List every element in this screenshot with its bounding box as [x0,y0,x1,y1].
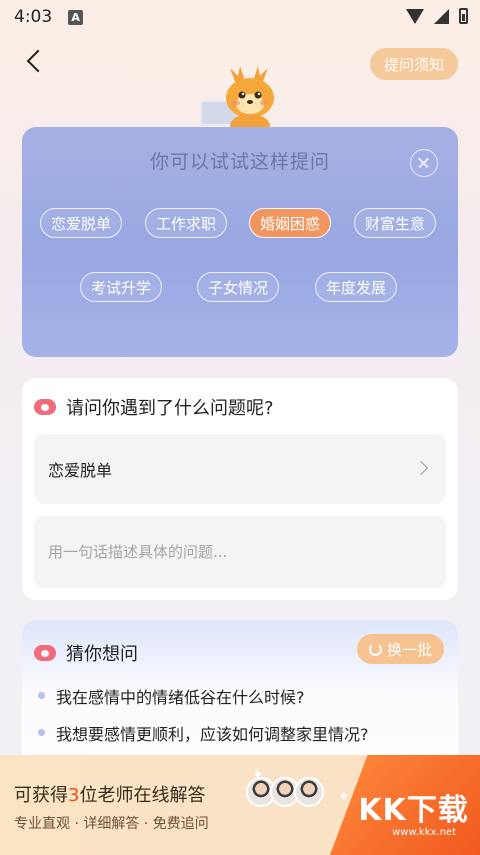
question-title: 请问你遇到了什么问题呢? [66,398,274,419]
promo-headline-suffix: 位老师在线解答 [79,785,206,806]
tag-annual[interactable]: 年度发展 [315,272,398,302]
tag-exam[interactable]: 考试升学 [80,272,163,302]
suggestion-panel: 你可以试试这样提问 恋爱脱单 工作求职 婚姻困惑 财富生意 考试升学 子女情况 … [22,127,458,357]
status-bar: 4:03 A [0,0,480,34]
close-icon[interactable] [410,149,438,177]
guess-item[interactable]: 我想要感情更顺利，应该如何调整家里情况? [56,721,369,745]
watermark-url: www.kkx.net [392,827,456,838]
watermark-logo: KK下载 [358,793,469,828]
guess-title: 猜你想问 [66,644,138,665]
wifi-icon [406,8,424,24]
status-time: 4:03 [14,7,53,27]
mascot-deer-icon [200,66,274,134]
refresh-label: 换一批 [386,640,432,659]
tag-job[interactable]: 工作求职 [145,208,228,238]
sparkle-icon: ✦ [252,767,264,783]
promo-bar[interactable]: 可获得3位老师在线解答 专业直观 · 详细解答 · 免费追问 ✦ ✦ KK下载 … [0,755,480,855]
refresh-icon [368,642,382,656]
bullet-icon [38,729,45,736]
promo-headline: 可获得3位老师在线解答 [14,781,205,807]
flower-icon [34,641,56,663]
tag-wealth[interactable]: 财富生意 [354,208,437,238]
back-button[interactable] [24,50,48,74]
guess-item[interactable]: 我在感情中的情绪低谷在什么时候? [56,684,305,708]
flower-icon [34,395,56,417]
category-select-value: 恋爱脱单 [48,461,113,480]
promo-subline: 专业直观 · 详细解答 · 免费追问 [14,816,209,832]
chevron-right-icon [413,460,429,476]
notice-button[interactable]: 提问须知 [369,48,458,80]
notification-icon: A [68,9,84,25]
signal-icon [434,8,449,24]
describe-input[interactable] [34,516,446,588]
sparkle-icon: ✦ [338,789,350,805]
suggestion-title: 你可以试试这样提问 [149,151,330,173]
bullet-icon [38,692,45,699]
tag-love[interactable]: 恋爱脱单 [40,208,123,238]
battery-icon [459,8,468,24]
tag-children[interactable]: 子女情况 [197,272,280,302]
category-select[interactable]: 恋爱脱单 [34,434,446,504]
status-icons [406,8,468,24]
promo-headline-prefix: 可获得 [14,785,68,806]
question-card: 请问你遇到了什么问题呢? 恋爱脱单 [22,378,458,600]
refresh-button[interactable]: 换一批 [356,634,444,664]
avatar [294,777,324,807]
promo-teacher-count: 3 [68,785,80,806]
tag-marriage[interactable]: 婚姻困惑 [249,208,332,238]
